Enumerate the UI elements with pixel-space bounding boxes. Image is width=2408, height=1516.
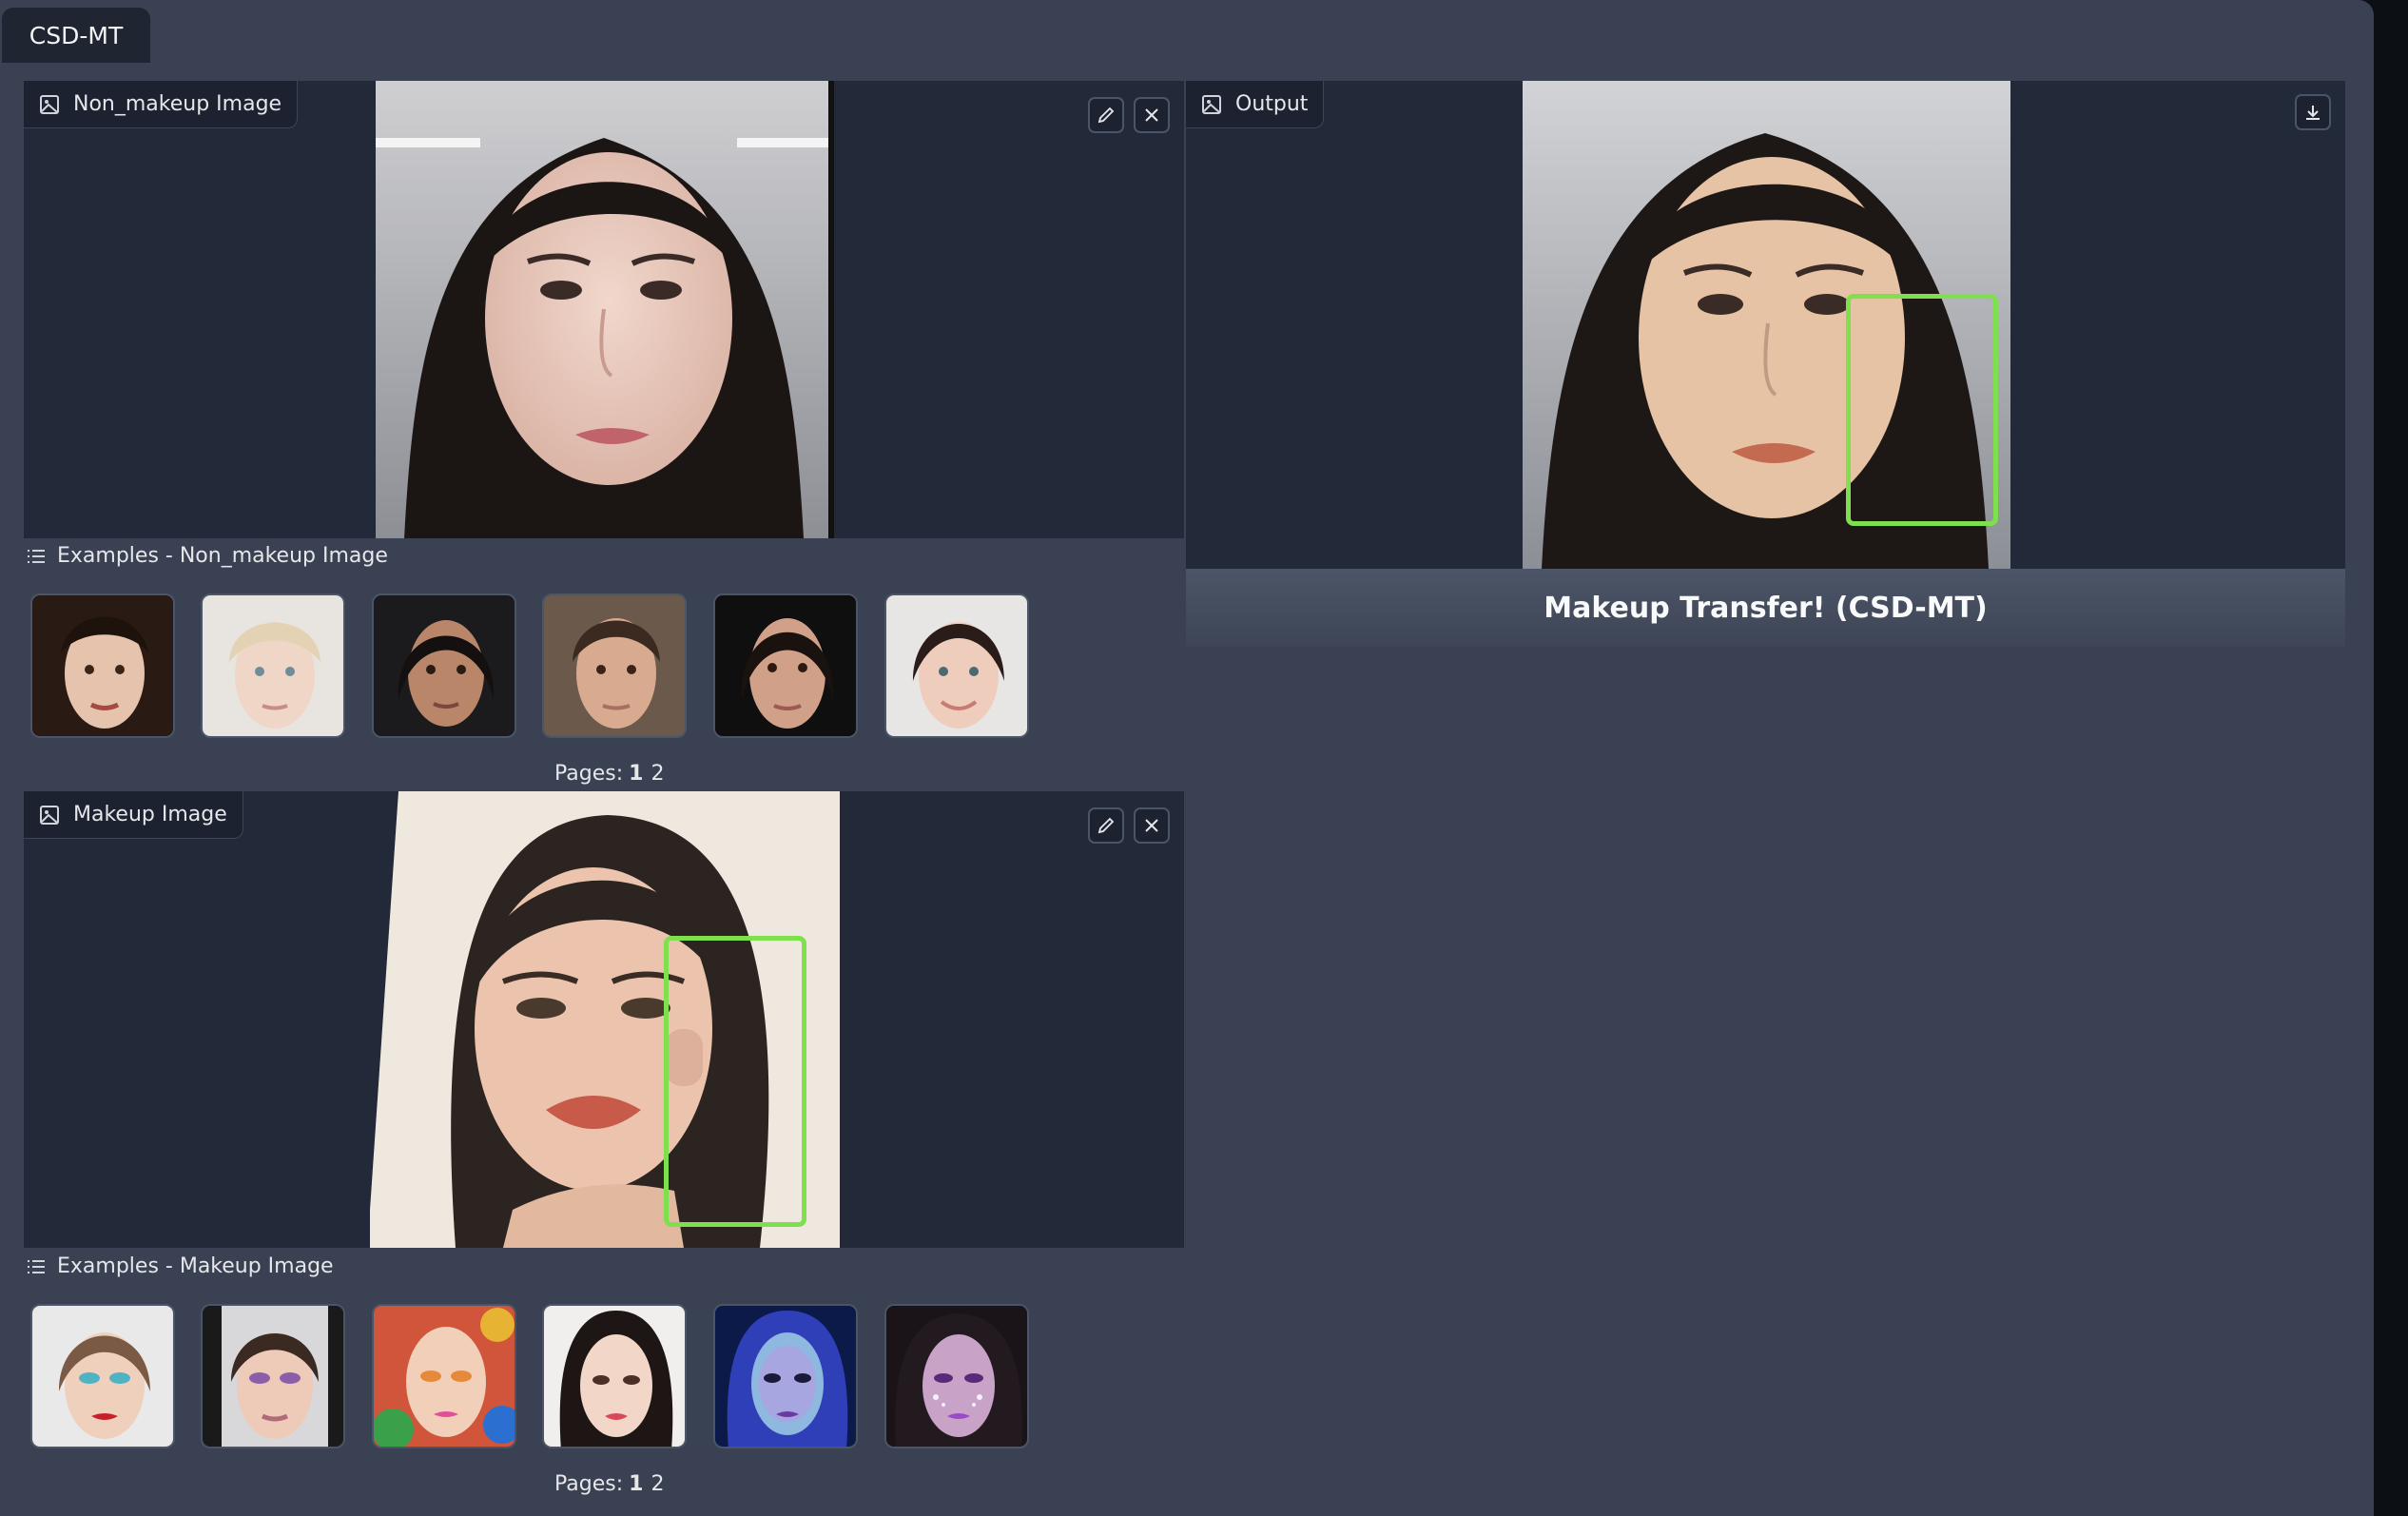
non-makeup-example-3[interactable]: [372, 593, 516, 738]
non-makeup-edit-button[interactable]: [1088, 97, 1124, 133]
output-image-panel: Output: [1186, 81, 2345, 569]
makeup-transfer-button-label: Makeup Transfer! (CSD-MT): [1544, 591, 1988, 625]
page-2-link[interactable]: 2: [651, 762, 664, 786]
makeup-edit-button[interactable]: [1088, 807, 1124, 844]
tab-label: CSD-MT: [29, 21, 124, 49]
non-makeup-examples-pagination: Pages: 1 2: [554, 762, 664, 786]
pages-label: Pages:: [554, 1472, 624, 1496]
makeup-example-6[interactable]: [884, 1304, 1029, 1448]
makeup-example-1[interactable]: [30, 1304, 175, 1448]
non-makeup-example-1[interactable]: [30, 593, 175, 738]
pages-label: Pages:: [554, 762, 624, 786]
makeup-image-label: Makeup Image: [24, 791, 243, 839]
non-makeup-image-panel[interactable]: Non_makeup Image: [24, 81, 1184, 538]
makeup-example-2[interactable]: [201, 1304, 345, 1448]
output-image-label-text: Output: [1235, 92, 1309, 116]
non-makeup-image-label: Non_makeup Image: [24, 81, 299, 128]
app-root: CSD-MT Non_makeup Image Examples - Non_m…: [0, 0, 2374, 1516]
tab-csd-mt[interactable]: CSD-MT: [2, 8, 150, 63]
makeup-examples-title: Examples - Makeup Image: [57, 1254, 334, 1278]
image-icon: [1202, 94, 1221, 114]
output-region-highlight: [1846, 294, 1998, 526]
list-icon: [28, 1259, 45, 1273]
makeup-region-highlight: [664, 936, 806, 1227]
non-makeup-example-6[interactable]: [884, 593, 1029, 738]
makeup-example-5[interactable]: [713, 1304, 858, 1448]
download-icon: [2306, 106, 2320, 120]
output-download-button[interactable]: [2295, 94, 2331, 130]
image-icon: [40, 805, 59, 825]
makeup-example-4[interactable]: [542, 1304, 687, 1448]
page-1-link[interactable]: 1: [629, 762, 643, 786]
makeup-examples-header: Examples - Makeup Image: [27, 1254, 334, 1278]
close-icon: [1145, 108, 1158, 122]
non-makeup-example-2[interactable]: [201, 593, 345, 738]
makeup-transfer-button[interactable]: Makeup Transfer! (CSD-MT): [1186, 569, 2345, 647]
non-makeup-image-label-text: Non_makeup Image: [73, 92, 282, 116]
output-image-label: Output: [1186, 81, 1325, 128]
pencil-icon: [1097, 817, 1115, 834]
page-1-link[interactable]: 1: [629, 1472, 643, 1496]
makeup-image-label-text: Makeup Image: [73, 803, 227, 826]
non-makeup-example-5[interactable]: [713, 593, 858, 738]
non-makeup-examples-header: Examples - Non_makeup Image: [27, 544, 388, 568]
makeup-example-3[interactable]: [372, 1304, 516, 1448]
non-makeup-clear-button[interactable]: [1134, 97, 1170, 133]
non-makeup-examples-title: Examples - Non_makeup Image: [57, 544, 388, 568]
page-2-link[interactable]: 2: [651, 1472, 664, 1496]
makeup-clear-button[interactable]: [1134, 807, 1170, 844]
image-icon: [40, 94, 59, 114]
makeup-examples-pagination: Pages: 1 2: [554, 1472, 664, 1496]
non-makeup-photo: [376, 81, 834, 538]
non-makeup-example-4[interactable]: [542, 593, 687, 738]
pencil-icon: [1097, 107, 1115, 124]
makeup-image-panel[interactable]: Makeup Image: [24, 791, 1184, 1248]
list-icon: [28, 549, 45, 563]
close-icon: [1145, 819, 1158, 832]
